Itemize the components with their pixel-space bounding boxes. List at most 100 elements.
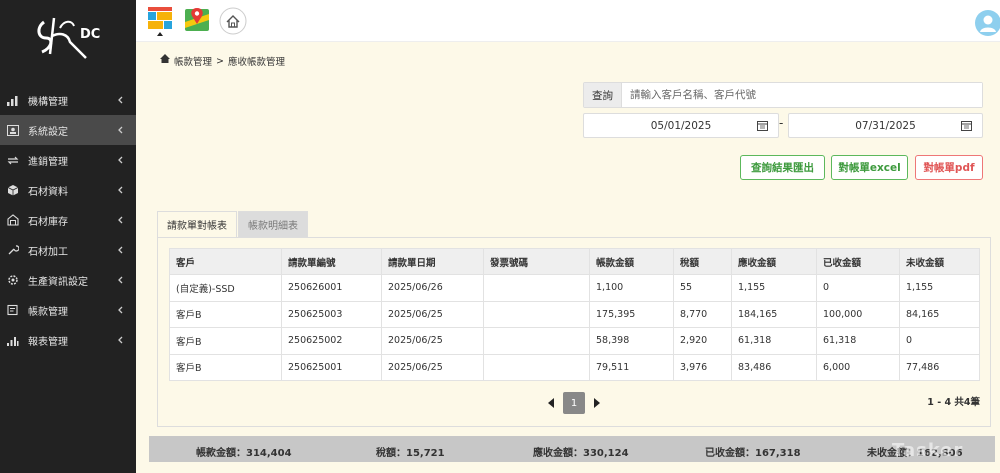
pagination-info: 1 - 4 共4筆 (927, 397, 980, 408)
table-cell: 79,511 (589, 353, 674, 381)
breadcrumb: 帳款管理 > 應收帳款管理 (160, 53, 285, 68)
table-cell: 175,395 (589, 300, 674, 328)
page-number-current[interactable]: 1 (563, 392, 585, 414)
chevron-left-icon (118, 246, 123, 254)
sidebar-item-org[interactable]: 機構管理 (0, 85, 136, 115)
table-cell: 55 (673, 274, 732, 302)
column-header[interactable]: 帳款金額 (589, 248, 674, 275)
cube-icon (6, 183, 20, 197)
home-icon[interactable] (160, 53, 170, 63)
statement-pdf-button[interactable]: 對帳單pdf (915, 155, 983, 180)
column-header[interactable]: 應收金額 (731, 248, 817, 275)
breadcrumb-separator: > (216, 55, 224, 67)
map-icon[interactable] (184, 6, 210, 37)
table-cell: 77,486 (899, 353, 980, 381)
sidebar-item-stone-processing[interactable]: 石材加工 (0, 235, 136, 265)
report-icon (6, 333, 20, 347)
summary-received: 已收金額：167,318 (705, 448, 801, 459)
bar-chart-icon (6, 93, 20, 107)
end-date-field[interactable]: 07/31/2025 (788, 113, 983, 138)
date-range-separator: - (779, 116, 784, 130)
top-bar (136, 0, 1000, 42)
sidebar-item-accounts[interactable]: 帳款管理 (0, 295, 136, 325)
start-date-field[interactable]: 05/01/2025 (583, 113, 779, 138)
sidebar-item-label: 報表管理 (28, 336, 68, 348)
chevron-left-icon (118, 306, 123, 314)
table-cell: 2025/06/26 (381, 274, 484, 302)
sidebar-item-stone-inventory[interactable]: 石材庫存 (0, 205, 136, 235)
avatar[interactable] (974, 9, 1000, 40)
watermark-logo: Tasker (892, 440, 964, 461)
column-header[interactable]: 未收金額 (899, 248, 980, 275)
chevron-left-icon (118, 336, 123, 344)
table-cell: 2,920 (673, 327, 732, 355)
sidebar-item-system[interactable]: 系統設定 (0, 115, 136, 145)
tab-account-details[interactable]: 帳款明細表 (238, 211, 308, 237)
next-page-icon[interactable] (593, 397, 601, 409)
table-cell (483, 327, 590, 355)
table-cell: 客戶B (169, 300, 282, 328)
column-header[interactable]: 稅額 (673, 248, 732, 275)
search-input[interactable] (622, 83, 982, 107)
chevron-left-icon (118, 96, 123, 104)
breadcrumb-parent[interactable]: 帳款管理 (174, 54, 212, 68)
summary-amount: 帳款金額：314,404 (196, 448, 292, 459)
tab-invoice-reconciliation[interactable]: 請款單對帳表 (157, 211, 237, 237)
column-header[interactable]: 請款單日期 (381, 248, 484, 275)
table-cell: 61,318 (816, 327, 900, 355)
table-row[interactable]: 客戶B 250625002 2025/06/25 58,398 2,920 61… (169, 327, 980, 355)
sidebar-item-reports[interactable]: 報表管理 (0, 325, 136, 355)
column-header[interactable]: 請款單編號 (281, 248, 382, 275)
summary-tax: 稅額：15,721 (376, 448, 445, 459)
pagination: 1 (547, 392, 601, 414)
sidebar-item-label: 機構管理 (28, 96, 68, 108)
table-cell: 250625001 (281, 353, 382, 381)
chevron-left-icon (118, 186, 123, 194)
column-header[interactable]: 已收金額 (816, 248, 900, 275)
table-row[interactable]: 客戶B 250625003 2025/06/25 175,395 8,770 1… (169, 300, 980, 328)
table-cell: 83,486 (731, 353, 817, 381)
breadcrumb-current: 應收帳款管理 (227, 57, 285, 68)
table-row[interactable]: (自定義)-SSD 250626001 2025/06/26 1,100 55 … (169, 274, 980, 302)
statement-excel-button[interactable]: 對帳單excel (831, 155, 908, 180)
sidebar-item-label: 石材庫存 (28, 216, 68, 228)
end-date-value: 07/31/2025 (855, 119, 916, 132)
calendar-icon[interactable] (961, 120, 972, 131)
search-label[interactable]: 查詢 (584, 83, 622, 107)
export-results-button[interactable]: 查詢結果匯出 (740, 155, 825, 180)
table-cell: 250625002 (281, 327, 382, 355)
table-cell: 0 (899, 327, 980, 355)
home-icon[interactable] (219, 7, 247, 38)
table-cell (483, 300, 590, 328)
table-cell: 2025/06/25 (381, 300, 484, 328)
search-bar: 查詢 (583, 82, 983, 108)
sidebar-item-stone-data[interactable]: 石材資料 (0, 175, 136, 205)
table-cell: 1,155 (899, 274, 980, 302)
column-header[interactable]: 發票號碼 (483, 248, 590, 275)
table-cell (483, 353, 590, 381)
sidebar-item-production-settings[interactable]: 生產資訊設定 (0, 265, 136, 295)
prev-page-icon[interactable] (547, 397, 555, 409)
table-cell: 客戶B (169, 327, 282, 355)
sidebar-item-label: 石材資料 (28, 186, 68, 198)
id-card-icon (6, 123, 20, 137)
table-cell: 3,976 (673, 353, 732, 381)
sidebar-item-label: 生產資訊設定 (28, 276, 88, 288)
sidebar-menu: 機構管理 系統設定 進銷管理 石材資料 石材庫存 石材加工 生產資訊設定 帳款管… (0, 85, 136, 355)
ledger-icon (6, 303, 20, 317)
table-row[interactable]: 客戶B 250625001 2025/06/25 79,511 3,976 83… (169, 353, 980, 381)
table-cell: 250625003 (281, 300, 382, 328)
app-grid-icon[interactable] (147, 6, 173, 39)
table-header-row: 客戶 請款單編號 請款單日期 發票號碼 帳款金額 稅額 應收金額 已收金額 未收… (169, 248, 980, 275)
sidebar-item-purchase-sales[interactable]: 進銷管理 (0, 145, 136, 175)
table-cell: 1,155 (731, 274, 817, 302)
calendar-icon[interactable] (757, 120, 768, 131)
column-header[interactable]: 客戶 (169, 248, 282, 275)
table-cell: (自定義)-SSD (169, 274, 282, 302)
table-cell: 0 (816, 274, 900, 302)
company-logo[interactable]: DC (30, 8, 110, 68)
table-cell: 100,000 (816, 300, 900, 328)
table-cell (483, 274, 590, 302)
table-cell: 8,770 (673, 300, 732, 328)
table-cell: 250626001 (281, 274, 382, 302)
